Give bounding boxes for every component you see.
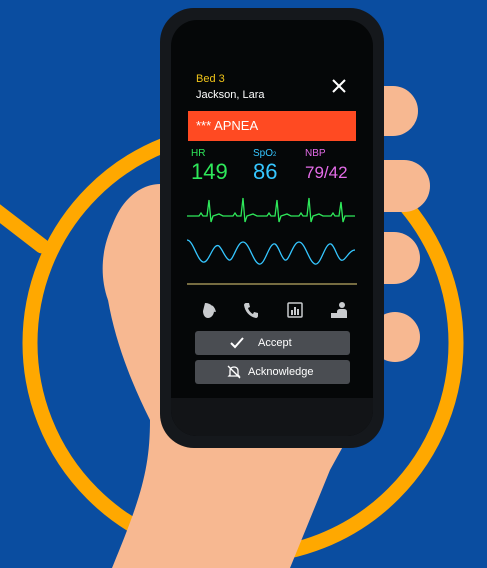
patient-name: Jackson, Lara	[196, 89, 265, 101]
ecg-waveform	[187, 197, 355, 223]
vital-nbp: NBP 79/42	[305, 148, 348, 183]
spo2-label: SpO2	[253, 148, 277, 159]
close-button[interactable]	[328, 75, 350, 97]
phone-screen: Bed 3 Jackson, Lara *** APNEA HR 149 SpO…	[171, 20, 373, 436]
phone-call-button[interactable]	[241, 300, 261, 320]
accept-button[interactable]: Accept	[195, 331, 350, 355]
screen-footer	[171, 398, 373, 436]
illustration-scene: Bed 3 Jackson, Lara *** APNEA HR 149 SpO…	[0, 0, 487, 568]
caregiver-button[interactable]	[329, 300, 349, 320]
spo2-label-sub: 2	[273, 152, 277, 158]
alarm-banner[interactable]: *** APNEA	[188, 111, 356, 141]
chart-icon	[287, 302, 303, 318]
voice-call-button[interactable]	[199, 300, 219, 320]
accept-label: Accept	[258, 337, 292, 349]
acknowledge-label: Acknowledge	[248, 366, 314, 378]
spo2-label-main: SpO	[253, 148, 274, 159]
action-icon-bar	[171, 300, 373, 322]
hr-label: HR	[191, 148, 206, 159]
bed-label: Bed 3	[196, 73, 225, 85]
phone-icon	[244, 303, 258, 318]
pleth-waveform	[186, 239, 356, 265]
nbp-label: NBP	[305, 148, 326, 159]
ring-tail	[0, 204, 50, 254]
bell-off-icon	[227, 365, 241, 379]
waveform-area	[186, 197, 357, 285]
close-icon	[332, 79, 346, 93]
caregiver-icon	[331, 302, 347, 318]
acknowledge-button[interactable]: Acknowledge	[195, 360, 350, 384]
voice-call-icon	[203, 303, 216, 318]
trend-chart-button[interactable]	[285, 300, 305, 320]
check-icon	[230, 337, 244, 349]
